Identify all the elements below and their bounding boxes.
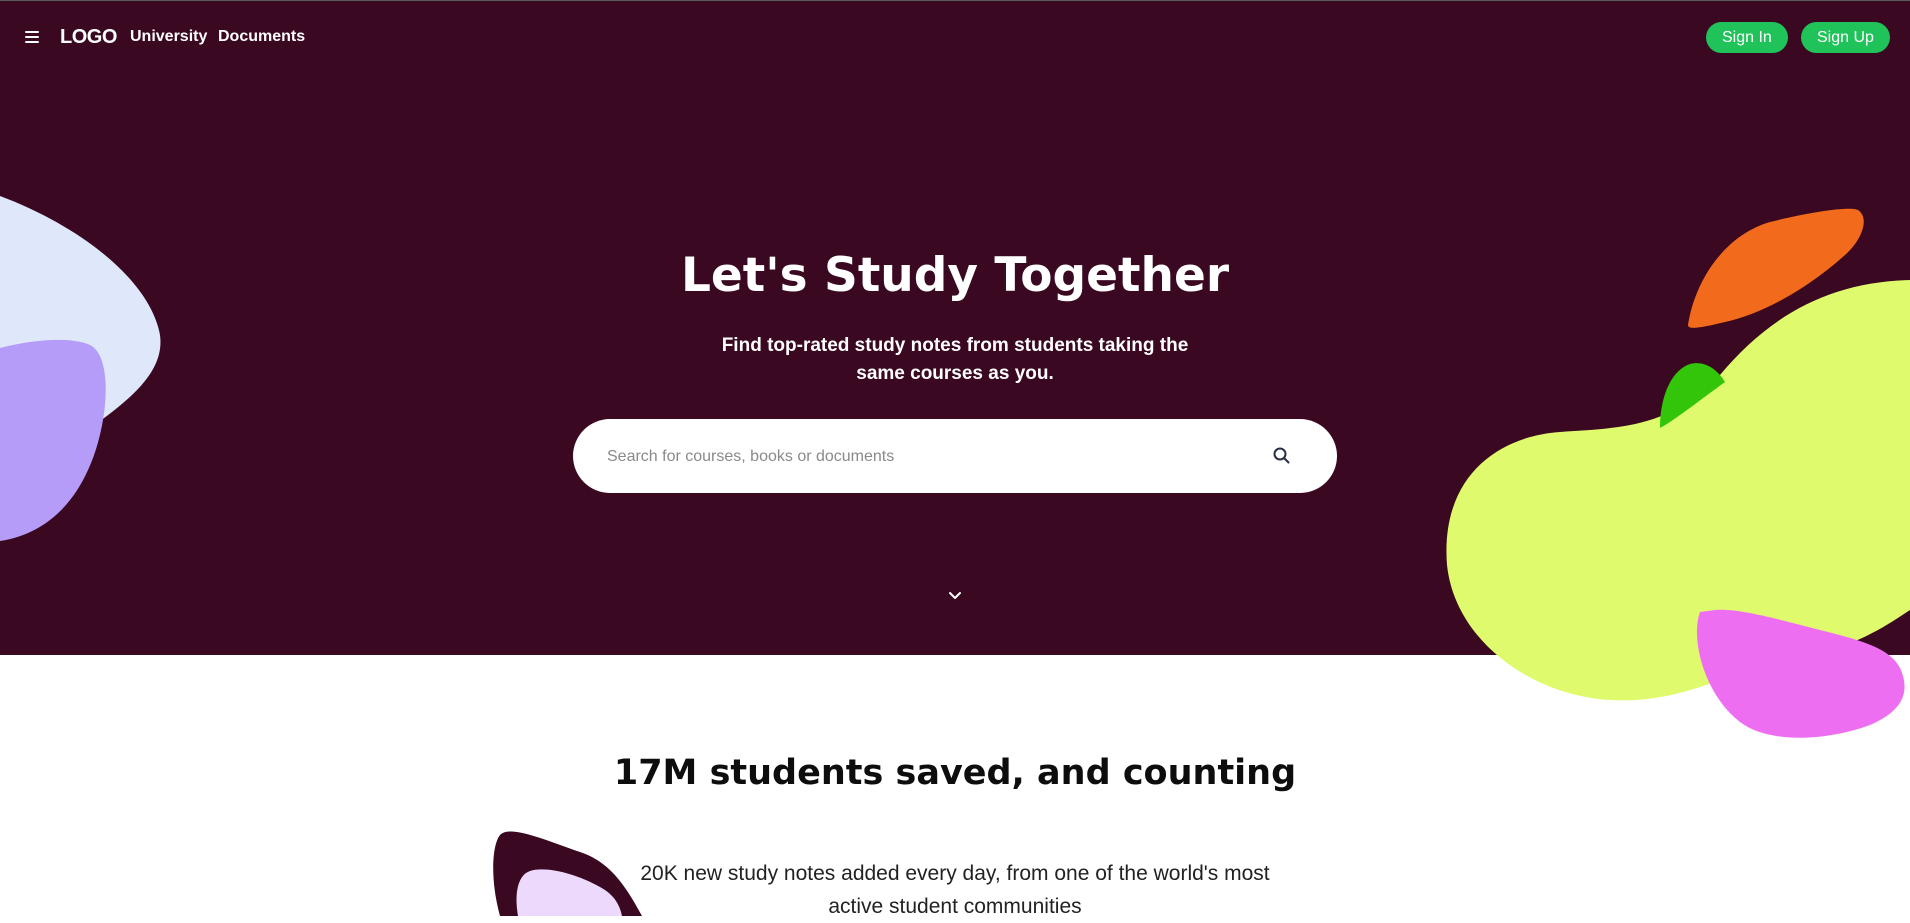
blob-lilac <box>516 869 622 916</box>
hero-subtitle: Find top-rated study notes from students… <box>721 335 1189 384</box>
nav-link-university[interactable]: University <box>130 27 207 47</box>
stats-title: 17M students saved, and counting <box>613 753 1297 793</box>
sign-in-button[interactable]: Sign In <box>1706 22 1788 53</box>
hamburger-menu-icon[interactable] <box>20 26 44 48</box>
hero-title: Let's Study Together <box>680 248 1230 303</box>
top-navbar: LOGO University Documents Sign In Sign U… <box>0 0 1910 74</box>
hero-section <box>0 0 1910 655</box>
chevron-down-icon[interactable] <box>945 586 965 606</box>
blob-dark <box>493 831 642 916</box>
nav-link-documents[interactable]: Documents <box>218 27 305 47</box>
logo[interactable]: LOGO <box>60 24 117 50</box>
stats-subtitle: 20K new study notes added every day, fro… <box>640 862 1270 918</box>
sign-up-button[interactable]: Sign Up <box>1801 22 1890 53</box>
search-input[interactable] <box>605 441 1249 473</box>
search-bar <box>573 419 1337 493</box>
search-icon[interactable] <box>1271 445 1293 467</box>
